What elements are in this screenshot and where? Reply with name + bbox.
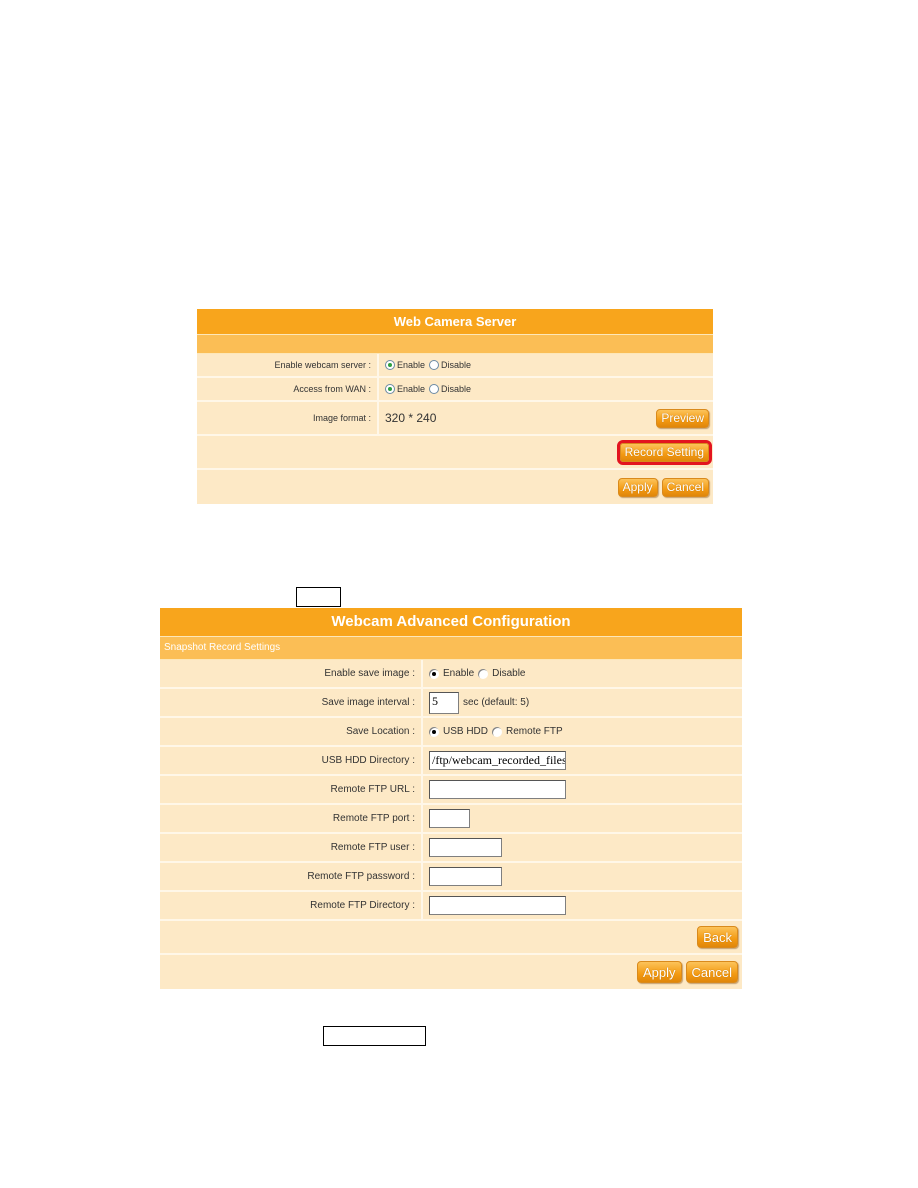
cancel-button[interactable]: Cancel [661,477,709,497]
remote-ftp-url-input[interactable] [429,780,566,799]
remote-ftp-directory-input[interactable] [429,896,566,915]
back-row: Back [160,921,742,955]
remote-ftp-user-input[interactable] [429,838,502,857]
enable-save-image-row: Enable save image : Enable Disable [160,660,742,689]
field-label: Image format : [197,402,379,434]
save-interval-hint: sec (default: 5) [463,697,530,708]
radio-selected-icon[interactable] [385,360,395,370]
field-label: Remote FTP user : [160,834,423,861]
usb-hdd-directory-row: USB HDD Directory : /ftp/webcam_recorded… [160,747,742,776]
record-setting-button[interactable]: Record Setting [616,439,713,465]
save-location-row: Save Location : USB HDD Remote FTP [160,718,742,747]
remote-ftp-url-row: Remote FTP URL : [160,776,742,805]
action-row: Apply Cancel [197,470,713,504]
radio-unselected-icon[interactable] [478,668,489,679]
apply-button[interactable]: Apply [617,477,658,497]
radio-selected-icon[interactable] [429,726,439,737]
radio-selected-icon[interactable] [429,668,439,679]
save-interval-row: Save image interval : 5 sec (default: 5) [160,689,742,718]
location-usb-hdd-radio[interactable]: USB HDD [429,726,488,737]
remote-ftp-user-row: Remote FTP user : [160,834,742,863]
web-camera-server-panel: Web Camera Server Enable webcam server :… [197,309,713,504]
remote-ftp-password-row: Remote FTP password : [160,863,742,892]
location-remote-ftp-radio[interactable]: Remote FTP [492,726,563,737]
panel-subheader [197,335,713,354]
field-label: Save image interval : [160,689,423,716]
apply-button[interactable]: Apply [637,961,682,983]
save-image-enable-radio[interactable]: Enable [429,668,474,679]
usb-hdd-directory-input[interactable]: /ftp/webcam_recorded_files/ [429,751,566,770]
record-setting-row: Record Setting [197,436,713,470]
remote-ftp-port-input[interactable] [429,809,470,828]
wan-disable-radio[interactable]: Disable [429,384,471,394]
webcam-advanced-config-panel: Webcam Advanced Configuration Snapshot R… [160,608,742,989]
remote-ftp-directory-row: Remote FTP Directory : [160,892,742,921]
blank-marker-box [296,587,341,607]
access-from-wan-row: Access from WAN : Enable Disable [197,378,713,402]
image-format-row: Image format : 320 * 240 Preview [197,402,713,436]
section-header: Snapshot Record Settings [160,637,742,660]
enable-webcam-disable-radio[interactable]: Disable [429,360,471,370]
remote-ftp-port-row: Remote FTP port : [160,805,742,834]
preview-button[interactable]: Preview [656,408,709,428]
radio-selected-icon[interactable] [385,384,395,394]
field-label: Remote FTP Directory : [160,892,423,919]
field-label: Remote FTP port : [160,805,423,832]
radio-unselected-icon[interactable] [429,384,440,394]
image-format-value: 320 * 240 [385,411,437,425]
enable-webcam-enable-radio[interactable]: Enable [385,360,425,370]
action-row: Apply Cancel [160,955,742,989]
save-interval-input[interactable]: 5 [429,691,459,714]
wan-enable-radio[interactable]: Enable [385,384,425,394]
radio-unselected-icon[interactable] [492,726,503,737]
field-label: Save Location : [160,718,423,745]
field-label: Remote FTP password : [160,863,423,890]
panel-title: Webcam Advanced Configuration [160,608,742,637]
field-label: Access from WAN : [197,378,379,400]
field-label: Enable save image : [160,660,423,687]
save-image-disable-radio[interactable]: Disable [478,668,526,679]
panel-title: Web Camera Server [197,309,713,335]
radio-unselected-icon[interactable] [429,360,440,370]
field-label: Remote FTP URL : [160,776,423,803]
blank-marker-box [323,1026,426,1046]
enable-webcam-server-row: Enable webcam server : Enable Disable [197,354,713,378]
cancel-button[interactable]: Cancel [685,961,738,983]
remote-ftp-password-input[interactable] [429,867,502,886]
field-label: USB HDD Directory : [160,747,423,774]
back-button[interactable]: Back [697,926,738,948]
field-label: Enable webcam server : [197,354,379,376]
